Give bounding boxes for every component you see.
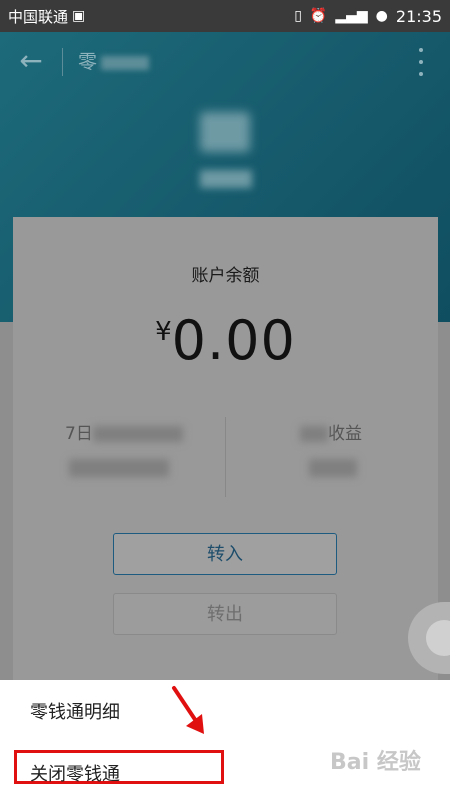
- currency-symbol: ¥: [155, 317, 172, 347]
- sim-card-icon: ▣: [72, 8, 86, 24]
- blur-chunk: [309, 458, 357, 477]
- more-dot: [419, 72, 423, 76]
- app-title-blurred: [101, 55, 150, 70]
- balance-card: 账户余额 ¥0.00 7日 收益 转入 转出: [13, 217, 438, 687]
- avatar: [200, 112, 250, 152]
- back-arrow-icon[interactable]: ←: [16, 46, 46, 76]
- menu-item-details[interactable]: 零钱通明细: [30, 698, 120, 724]
- screen: 中国联通 ▣ ▯ ⏰ ▂▄▆ ● 21:35 ← 零 账户余额 ¥0.00 7日…: [0, 0, 450, 800]
- more-dot: [419, 48, 423, 52]
- earnings-label-text: 收益: [328, 424, 362, 444]
- battery-icon: ●: [375, 8, 388, 24]
- status-bar: 中国联通 ▣ ▯ ⏰ ▂▄▆ ● 21:35: [0, 0, 450, 32]
- earnings-label-blurred: [300, 426, 328, 442]
- floating-button-icon: [426, 620, 450, 656]
- blur-chunk: [69, 458, 169, 477]
- watermark: Bai 经验: [330, 750, 421, 775]
- app-bar-divider: [62, 48, 63, 76]
- carrier-name: 中国联通: [8, 7, 69, 26]
- earnings-value-blurred: [309, 457, 357, 479]
- seven-day-label: 7日: [65, 419, 183, 444]
- app-title: 零: [78, 48, 150, 76]
- status-right: ▯ ⏰ ▂▄▆ ● 21:35: [294, 7, 442, 26]
- menu-item-close[interactable]: 关闭零钱通: [30, 760, 120, 786]
- transfer-in-button[interactable]: 转入: [113, 533, 337, 575]
- earnings-label: 收益: [300, 419, 362, 444]
- balance-label: 账户余额: [191, 266, 260, 286]
- alarm-icon: ⏰: [309, 8, 328, 24]
- more-dot: [419, 60, 423, 64]
- transfer-out-button[interactable]: 转出: [113, 593, 337, 635]
- seven-day-label-text: 7日: [65, 424, 93, 444]
- balance-amount: ¥0.00: [13, 309, 438, 372]
- more-options-icon[interactable]: [418, 48, 424, 76]
- seven-day-value-blurred: [69, 457, 169, 479]
- red-arrow-annotation: [172, 686, 204, 734]
- balance-value: 0.00: [171, 309, 296, 372]
- vibrate-icon: ▯: [294, 8, 302, 24]
- app-bar: ← 零: [0, 32, 450, 92]
- seven-day-label-blurred: [92, 426, 183, 442]
- status-time: 21:35: [395, 6, 442, 26]
- user-name-blurred: [200, 170, 252, 188]
- status-carrier: 中国联通 ▣: [8, 6, 294, 27]
- signal-icon: ▂▄▆: [335, 8, 368, 24]
- stats-divider: [225, 417, 226, 497]
- bottom-sheet-menu: 零钱通明细 关闭零钱通: [0, 680, 450, 800]
- app-title-text: 零: [78, 51, 98, 73]
